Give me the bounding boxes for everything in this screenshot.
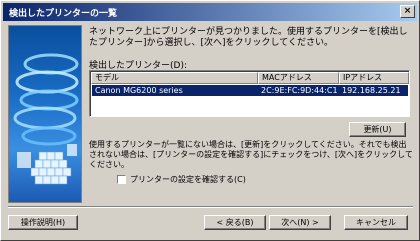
side-illustration bbox=[8, 25, 82, 203]
footer-divider bbox=[8, 206, 413, 208]
row-mac: 2C:9E:FC:9D:44:C1 bbox=[261, 86, 338, 95]
row-ip: 192.168.25.21 bbox=[342, 86, 401, 95]
help-note: 使用するプリンターが一覧にない場合は、[更新]をクリックしてください。それでも検… bbox=[89, 140, 413, 169]
confirm-settings-label[interactable]: プリンターの設定を確認する(C) bbox=[130, 174, 246, 185]
next-button[interactable]: 次へ(N) > bbox=[269, 215, 331, 230]
window-title: 検出したプリンターの一覧 bbox=[9, 9, 118, 19]
confirm-settings-checkbox[interactable] bbox=[117, 175, 126, 184]
close-icon: × bbox=[403, 6, 412, 16]
title-bar: 検出したプリンターの一覧 × bbox=[3, 3, 417, 21]
printer-swirl-illustration bbox=[13, 53, 79, 185]
help-button[interactable]: 操作説明(H) bbox=[8, 215, 78, 230]
refresh-button[interactable]: 更新(U) bbox=[349, 122, 406, 137]
column-mac[interactable]: MACアドレス bbox=[258, 72, 339, 84]
column-ip[interactable]: IPアドレス bbox=[339, 72, 409, 84]
back-button[interactable]: < 戻る(B) bbox=[204, 215, 266, 230]
instruction-text: ネットワーク上にプリンターが見つかりました。使用するプリンターを[検出したプリン… bbox=[89, 27, 408, 48]
list-header: モデル MACアドレス IPアドレス bbox=[91, 72, 409, 84]
printer-list[interactable]: モデル MACアドレス IPアドレス Canon MG6200 series 2… bbox=[89, 70, 410, 117]
table-row[interactable]: Canon MG6200 series 2C:9E:FC:9D:44:C1 19… bbox=[92, 85, 408, 96]
cancel-button[interactable]: キャンセル bbox=[344, 215, 408, 230]
close-button[interactable]: × bbox=[400, 5, 415, 18]
dialog-window: 検出したプリンターの一覧 × ネットワーク上にプリンターが見つかりました。使用す… bbox=[0, 0, 420, 241]
row-model: Canon MG6200 series bbox=[95, 86, 183, 95]
column-model[interactable]: モデル bbox=[91, 72, 258, 84]
